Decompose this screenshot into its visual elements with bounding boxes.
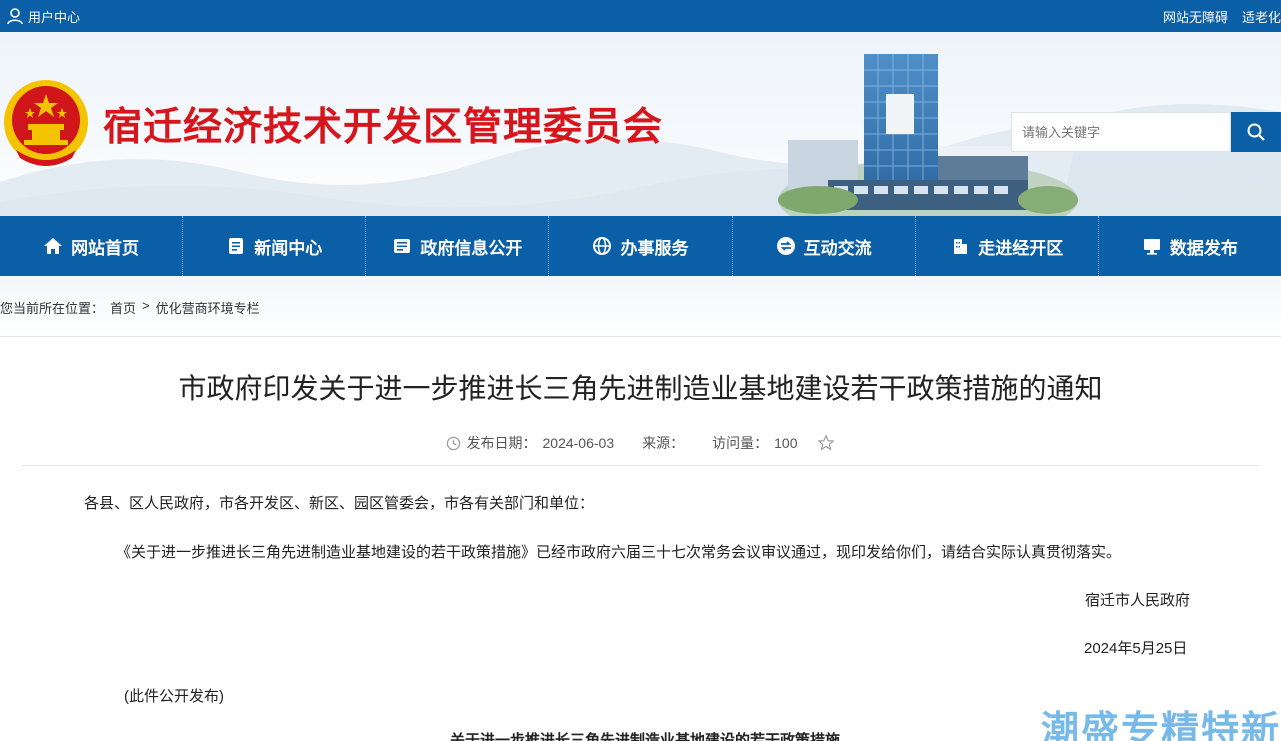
article-title: 市政府印发关于进一步推进长三角先进制造业基地建设若干政策措施的通知 [178, 372, 1103, 405]
nav-item-home[interactable]: 网站首页 [0, 216, 184, 276]
views-value: 100 [774, 435, 798, 451]
nav-item-news[interactable]: 新闻中心 [183, 216, 367, 276]
info-icon [394, 239, 411, 253]
views-label: 访问量： [712, 435, 769, 451]
top-bar: 用户中心 网站无障碍 适老化 [0, 0, 1281, 32]
title-divider [22, 465, 1259, 466]
nav-item-label: 网站首页 [71, 238, 140, 258]
nav-item-label: 政府信息公开 [420, 238, 523, 258]
breadcrumb-separator: > [142, 298, 150, 313]
nav-item-interaction[interactable]: 互动交流 [733, 216, 916, 276]
public-note-text: (此件公开发布) [124, 688, 224, 705]
sign-date-text: 2024年5月25日 [1084, 640, 1188, 657]
nav-item-data[interactable]: 数据发布 [1099, 216, 1281, 276]
monitor-icon [1143, 239, 1160, 255]
breadcrumb: 您当前所在位置： 首页 > 优化营商环境专栏 [0, 298, 260, 317]
home-icon [44, 238, 63, 254]
attachment-title: 关于进一步推进长三角先进制造业基地建设的若干政策措施 [450, 732, 841, 741]
body-text: 《关于进一步推进长三角先进制造业基地建设的若干政策措施》已经市政府六届三十七次常… [116, 544, 1122, 561]
breadcrumb-area: 您当前所在位置： 首页 > 优化营商环境专栏 [0, 276, 1281, 336]
site-title: 宿迁经济技术开发区管理委员会 [103, 105, 664, 150]
site-header: 宿迁经济技术开发区管理委员会 [0, 32, 1281, 216]
nav-item-gov-info[interactable]: 政府信息公开 [366, 216, 550, 276]
elderly-mode-link[interactable]: 适老化 [1242, 7, 1281, 26]
search-input[interactable] [1011, 112, 1231, 152]
user-center-label: 用户中心 [28, 9, 81, 25]
nav-item-label: 走进经开区 [978, 238, 1064, 258]
star-icon[interactable] [817, 434, 836, 452]
signer-text: 宿迁市人民政府 [1085, 592, 1191, 609]
search-icon [1247, 123, 1265, 141]
publish-date-label: 发布日期： [466, 435, 537, 451]
breadcrumb-home-link[interactable]: 首页 [110, 298, 136, 317]
building-icon [954, 239, 968, 254]
nav-item-label: 新闻中心 [254, 238, 323, 258]
user-center-link[interactable]: 用户中心 [6, 0, 80, 32]
main-nav: 网站首页 新闻中心 政府信息公开 办事服务 互动交流 走进经开区 数据发布 [0, 216, 1281, 276]
salutation-text: 各县、区人民政府，市各开发区、新区、园区管委会，市各有关部门和单位： [84, 495, 595, 512]
breadcrumb-current-link[interactable]: 优化营商环境专栏 [156, 298, 260, 317]
user-icon [7, 8, 23, 25]
publish-date-value: 2024-06-03 [542, 435, 615, 451]
national-emblem-icon [4, 80, 88, 166]
source-label: 来源： [642, 435, 685, 451]
breadcrumb-prefix: 您当前所在位置： [0, 301, 105, 316]
accessibility-link[interactable]: 网站无障碍 [1163, 7, 1228, 26]
search-button[interactable] [1231, 112, 1281, 152]
article-meta: 发布日期： 2024-06-03 来源： 访问量： 100 [0, 433, 1281, 453]
clock-icon [446, 436, 460, 450]
article-container: 市政府印发关于进一步推进长三角先进制造业基地建设若干政策措施的通知 发布日期： … [0, 336, 1281, 741]
nav-item-services[interactable]: 办事服务 [549, 216, 733, 276]
nav-item-label: 办事服务 [620, 238, 689, 258]
nav-item-label: 数据发布 [1169, 238, 1238, 258]
watermark-text: 潮盛专精特新 [1040, 708, 1281, 741]
news-icon [229, 238, 244, 254]
nav-item-label: 互动交流 [803, 238, 872, 258]
nav-item-about[interactable]: 走进经开区 [916, 216, 1099, 276]
exchange-icon [776, 237, 795, 255]
globe-icon [593, 237, 612, 255]
